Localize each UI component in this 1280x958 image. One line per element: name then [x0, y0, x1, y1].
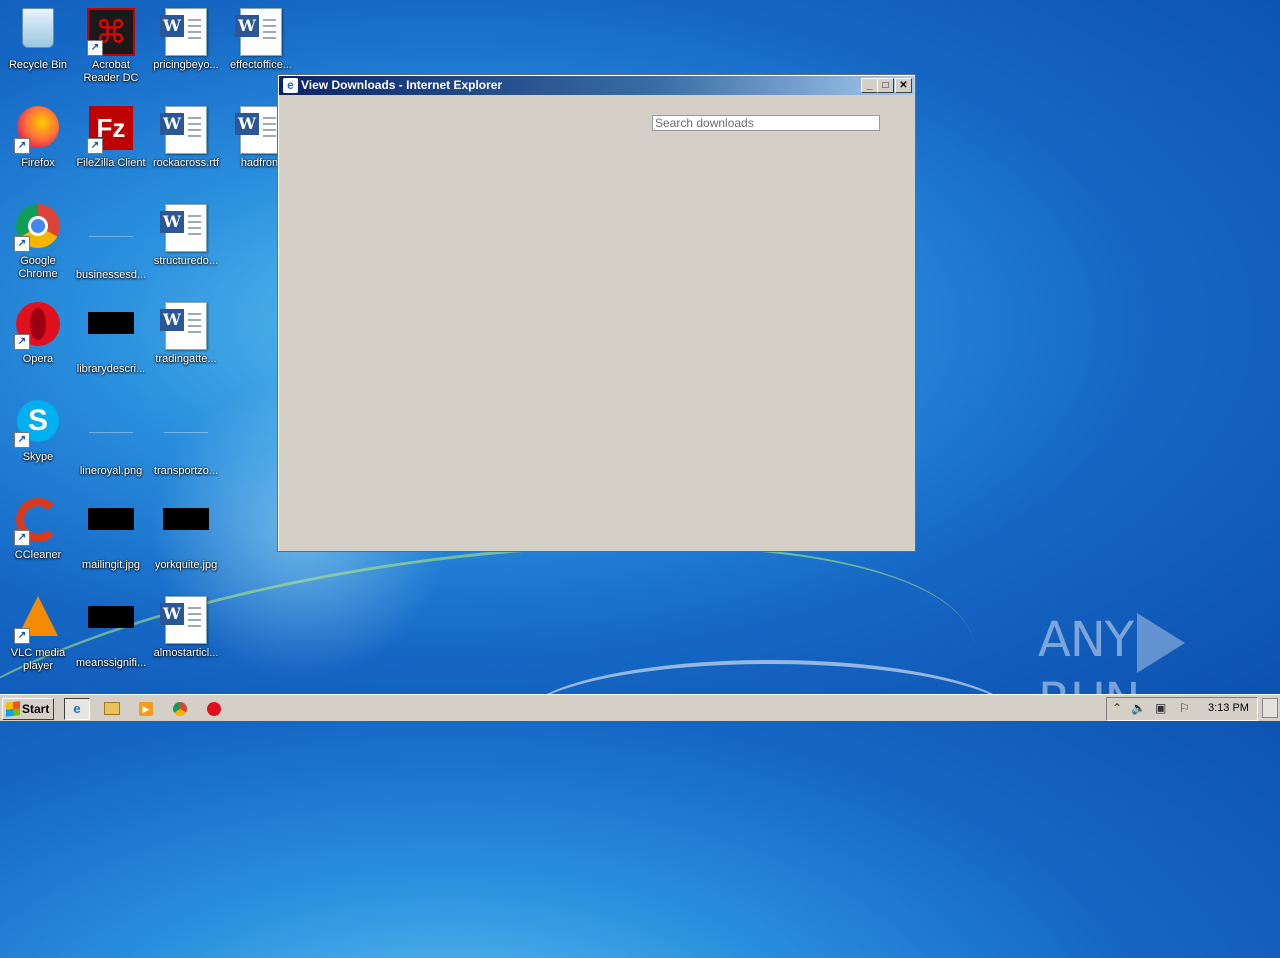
media-player-icon: ▶ — [139, 701, 153, 716]
vlc-icon: ↗ — [14, 596, 62, 644]
taskbar-explorer-button[interactable] — [100, 698, 124, 718]
desktop-icon-yorkquite[interactable]: yorkquite.jpg — [148, 494, 224, 572]
word-doc-icon: W — [235, 8, 285, 56]
image-thumb-icon — [162, 508, 210, 556]
word-doc-icon: W — [160, 302, 210, 350]
taskbar: Start e ▶ ⌃ 🔈 ▣ ⚐ 3:13 PM — [0, 694, 1280, 721]
taskbar-clock[interactable]: 3:13 PM — [1208, 702, 1249, 714]
desktop-icon-mailingit[interactable]: mailingit.jpg — [73, 494, 149, 572]
desktop-icon-almostarticl[interactable]: W almostarticl... — [148, 592, 224, 660]
desktop-icon-effectoffice[interactable]: W effectoffice... — [223, 4, 299, 72]
close-button[interactable]: ✕ — [895, 78, 912, 93]
shortcut-arrow-icon: ↗ — [14, 530, 30, 546]
maximize-button[interactable]: □ — [877, 78, 894, 93]
desktop-icon-opera[interactable]: ↗ Opera — [0, 298, 76, 366]
desktop-icon-skype[interactable]: S ↗ Skype — [0, 396, 76, 464]
chrome-icon — [173, 701, 187, 716]
chrome-icon: ↗ — [14, 204, 62, 252]
blank-file-icon — [87, 414, 135, 462]
desktop-icon-chrome[interactable]: ↗ Google Chrome — [0, 200, 76, 281]
search-downloads-input[interactable]: Search downloads — [652, 115, 880, 131]
firefox-icon: ↗ — [14, 106, 62, 154]
word-doc-icon: W — [160, 204, 210, 252]
taskbar-ie-button[interactable]: e — [64, 698, 90, 720]
ie-icon: e — [283, 78, 298, 93]
blank-file-icon — [87, 218, 135, 266]
image-thumb-icon — [87, 606, 135, 654]
desktop-icon-ccleaner[interactable]: ↗ CCleaner — [0, 494, 76, 562]
window-titlebar[interactable]: e View Downloads - Internet Explorer _ □… — [279, 76, 914, 95]
desktop-icon-lineroyal[interactable]: lineroyal.png — [73, 396, 149, 478]
view-downloads-window: e View Downloads - Internet Explorer _ □… — [277, 74, 916, 552]
network-icon[interactable]: ▣ — [1155, 701, 1166, 715]
windows-logo-icon — [6, 701, 20, 717]
opera-icon: ↗ — [14, 302, 62, 350]
image-thumb-icon — [87, 508, 135, 556]
filezilla-icon: Fz ↗ — [87, 106, 135, 154]
ccleaner-icon: ↗ — [14, 498, 62, 546]
desktop-icon-rockacross[interactable]: W rockacross.rtf — [148, 102, 224, 170]
desktop-icon-filezilla[interactable]: Fz ↗ FileZilla Client — [73, 102, 149, 170]
desktop-icon-acrobat[interactable]: ⌘ ↗ Acrobat Reader DC — [73, 4, 149, 85]
shortcut-arrow-icon: ↗ — [14, 138, 30, 154]
skype-icon: S ↗ — [14, 400, 62, 448]
minimize-button[interactable]: _ — [861, 78, 878, 93]
recycle-bin-icon — [14, 8, 62, 56]
shortcut-arrow-icon: ↗ — [87, 138, 103, 154]
window-title: View Downloads - Internet Explorer — [301, 78, 503, 92]
opera-icon — [207, 701, 221, 716]
taskbar-media-player-button[interactable]: ▶ — [134, 698, 158, 718]
show-hidden-icons-icon[interactable]: ⌃ — [1112, 701, 1122, 715]
desktop-icon-transportzo[interactable]: transportzo... — [148, 396, 224, 478]
wallpaper-swoosh — [520, 660, 1020, 784]
word-doc-icon: W — [160, 8, 210, 56]
blank-file-icon — [162, 414, 210, 462]
start-button[interactable]: Start — [2, 698, 54, 720]
shortcut-arrow-icon: ↗ — [14, 628, 30, 644]
desktop-icon-vlc[interactable]: ↗ VLC media player — [0, 592, 76, 673]
play-icon — [1137, 613, 1186, 673]
desktop-icon-meanssignifi[interactable]: meanssignifi... — [73, 592, 149, 670]
action-center-flag-icon[interactable]: ⚐ — [1179, 701, 1190, 715]
desktop-icon-businessesd[interactable]: businessesd... — [73, 200, 149, 282]
folder-icon — [104, 702, 120, 716]
word-doc-icon: W — [160, 106, 210, 154]
acrobat-icon: ⌘ ↗ — [87, 8, 135, 56]
taskbar-opera-button[interactable] — [202, 698, 226, 718]
desktop-icon-recycle-bin[interactable]: Recycle Bin — [0, 4, 76, 72]
word-doc-icon: W — [160, 596, 210, 644]
ie-icon: e — [73, 701, 81, 716]
taskbar-chrome-button[interactable] — [168, 698, 192, 718]
desktop-icon-structuredo[interactable]: W structuredo... — [148, 200, 224, 268]
desktop-icon-librarydescri[interactable]: librarydescri... — [73, 298, 149, 376]
desktop-icon-pricingbeyo[interactable]: W pricingbeyo... — [148, 4, 224, 72]
image-thumb-icon — [87, 312, 135, 360]
shortcut-arrow-icon: ↗ — [14, 432, 30, 448]
show-desktop-button[interactable] — [1262, 698, 1278, 718]
shortcut-arrow-icon: ↗ — [14, 236, 30, 252]
desktop-icon-firefox[interactable]: ↗ Firefox — [0, 102, 76, 170]
shortcut-arrow-icon: ↗ — [14, 334, 30, 350]
shortcut-arrow-icon: ↗ — [87, 40, 103, 56]
desktop-icon-tradingatte[interactable]: W tradingatte... — [148, 298, 224, 366]
volume-icon[interactable]: 🔈 — [1131, 701, 1146, 715]
